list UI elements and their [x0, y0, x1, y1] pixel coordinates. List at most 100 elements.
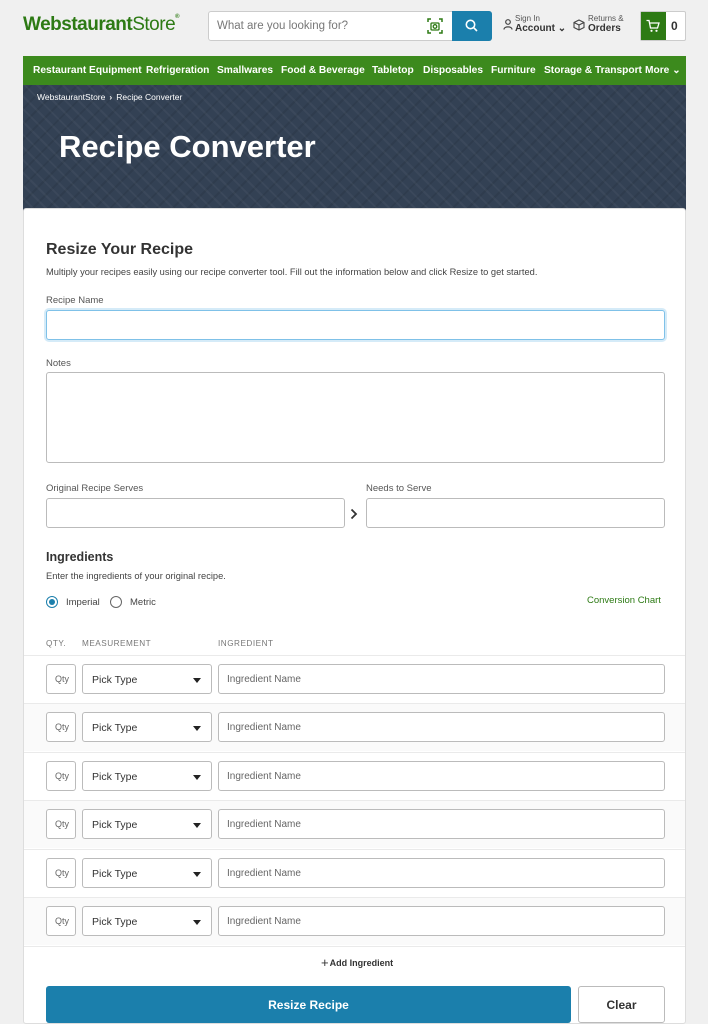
- user-icon: [503, 19, 513, 30]
- ingredient-row: Pick Type: [24, 655, 685, 703]
- qty-input[interactable]: [46, 712, 76, 742]
- ingredient-name-input[interactable]: [218, 809, 665, 839]
- nav-item-more[interactable]: More ⌄: [645, 56, 681, 85]
- chevron-down-icon: ⌄: [557, 23, 567, 34]
- measurement-value: Pick Type: [92, 916, 138, 928]
- notes-label: Notes: [46, 358, 71, 369]
- plus-icon: +: [321, 955, 329, 970]
- metric-label[interactable]: Metric: [130, 597, 156, 608]
- clear-button[interactable]: Clear: [578, 986, 665, 1023]
- breadcrumb-separator: ›: [109, 92, 113, 102]
- ingredient-name-input[interactable]: [218, 664, 665, 694]
- measurement-select[interactable]: Pick Type: [82, 712, 212, 742]
- notes-textarea[interactable]: [46, 372, 665, 463]
- qty-input[interactable]: [46, 906, 76, 936]
- qty-input[interactable]: [46, 858, 76, 888]
- recipe-form-card: Resize Your Recipe Multiply your recipes…: [23, 208, 686, 1024]
- metric-radio[interactable]: [110, 596, 122, 608]
- imperial-radio[interactable]: [46, 596, 58, 608]
- logo-main-text: Webstaurant: [23, 14, 133, 35]
- caret-down-icon: [193, 872, 201, 877]
- ingredient-row: Pick Type: [24, 897, 685, 945]
- ingredients-description: Enter the ingredients of your original r…: [46, 571, 226, 581]
- caret-down-icon: [193, 726, 201, 731]
- add-ingredient-button[interactable]: +Add Ingredient: [321, 955, 393, 970]
- chevron-down-icon: ⌄: [672, 65, 681, 76]
- search-icon: [465, 19, 478, 32]
- logo-registered-mark: ®: [175, 14, 180, 20]
- cart-count: 0: [671, 19, 678, 33]
- recipe-name-input[interactable]: [46, 310, 665, 340]
- add-ingredient-label: Add Ingredient: [329, 958, 394, 968]
- conversion-chart-link[interactable]: Conversion Chart: [587, 595, 661, 606]
- measurement-select[interactable]: Pick Type: [82, 809, 212, 839]
- column-header-qty: QTY.: [46, 639, 67, 648]
- nav-item-smallwares[interactable]: Smallwares: [217, 56, 273, 85]
- measurement-value: Pick Type: [92, 868, 138, 880]
- needs-serve-input[interactable]: [366, 498, 665, 528]
- measurement-select[interactable]: Pick Type: [82, 664, 212, 694]
- recipe-name-label: Recipe Name: [46, 295, 104, 306]
- add-ingredient-row: +Add Ingredient: [24, 946, 685, 978]
- original-serves-input[interactable]: [46, 498, 345, 528]
- measurement-select[interactable]: Pick Type: [82, 761, 212, 791]
- nav-item-restaurant-equipment[interactable]: Restaurant Equipment: [33, 56, 142, 85]
- resize-recipe-button[interactable]: Resize Recipe: [46, 986, 571, 1023]
- nav-item-tabletop[interactable]: Tabletop: [372, 56, 414, 85]
- top-bar: WebstaurantStore® Sign In Account ⌄ Retu…: [0, 0, 708, 56]
- cart-icon-box: [641, 12, 666, 40]
- search-button[interactable]: [452, 11, 492, 41]
- search-bar: [208, 11, 492, 41]
- returns-orders-link[interactable]: Returns & Orders: [573, 14, 633, 38]
- chevron-right-icon: [350, 508, 358, 520]
- nav-item-furniture[interactable]: Furniture: [491, 56, 536, 85]
- search-input[interactable]: [209, 12, 419, 40]
- account-menu[interactable]: Sign In Account ⌄: [503, 14, 567, 38]
- nav-item-disposables[interactable]: Disposables: [423, 56, 483, 85]
- account-label: Account ⌄: [515, 23, 567, 34]
- orders-label: Orders: [588, 23, 621, 34]
- logo[interactable]: WebstaurantStore®: [23, 14, 180, 36]
- measurement-value: Pick Type: [92, 819, 138, 831]
- nav-item-food-beverage[interactable]: Food & Beverage: [281, 56, 365, 85]
- sign-in-label: Sign In: [515, 14, 540, 23]
- breadcrumb-home[interactable]: WebstaurantStore: [37, 92, 105, 102]
- hero-banner: WebstaurantStore › Recipe Converter Recipe…: [23, 85, 686, 225]
- form-description: Multiply your recipes easily using our r…: [46, 267, 538, 277]
- ingredient-name-input[interactable]: [218, 858, 665, 888]
- qty-input[interactable]: [46, 809, 76, 839]
- nav-item-storage-transport[interactable]: Storage & Transport: [544, 56, 642, 85]
- caret-down-icon: [193, 920, 201, 925]
- measurement-value: Pick Type: [92, 722, 138, 734]
- breadcrumb: WebstaurantStore › Recipe Converter: [37, 92, 182, 102]
- logo-store-text: Store: [132, 14, 176, 35]
- caret-down-icon: [193, 678, 201, 683]
- ingredient-row: Pick Type: [24, 800, 685, 848]
- nav-item-refrigeration[interactable]: Refrigeration: [146, 56, 209, 85]
- original-serves-label: Original Recipe Serves: [46, 483, 144, 494]
- measurement-value: Pick Type: [92, 771, 138, 783]
- ingredient-name-input[interactable]: [218, 761, 665, 791]
- measurement-select[interactable]: Pick Type: [82, 906, 212, 936]
- ingredient-name-input[interactable]: [218, 712, 665, 742]
- column-header-measurement: MEASUREMENT: [82, 639, 152, 648]
- box-icon: [573, 19, 585, 31]
- imperial-label[interactable]: Imperial: [66, 597, 100, 608]
- hero-gutter: [0, 85, 23, 225]
- ingredient-row: Pick Type: [24, 752, 685, 800]
- caret-down-icon: [193, 775, 201, 780]
- ingredient-name-input[interactable]: [218, 906, 665, 936]
- qty-input[interactable]: [46, 761, 76, 791]
- ingredient-row: Pick Type: [24, 703, 685, 751]
- measurement-select[interactable]: Pick Type: [82, 858, 212, 888]
- needs-serve-label: Needs to Serve: [366, 483, 432, 494]
- page-title: Recipe Converter: [59, 129, 316, 164]
- qty-input[interactable]: [46, 664, 76, 694]
- ingredients-heading: Ingredients: [46, 550, 114, 564]
- form-heading: Resize Your Recipe: [46, 241, 194, 258]
- caret-down-icon: [193, 823, 201, 828]
- cart-icon: [646, 19, 660, 32]
- camera-search-icon[interactable]: [427, 18, 443, 34]
- cart-button[interactable]: 0: [640, 11, 686, 41]
- returns-label: Returns &: [588, 14, 624, 23]
